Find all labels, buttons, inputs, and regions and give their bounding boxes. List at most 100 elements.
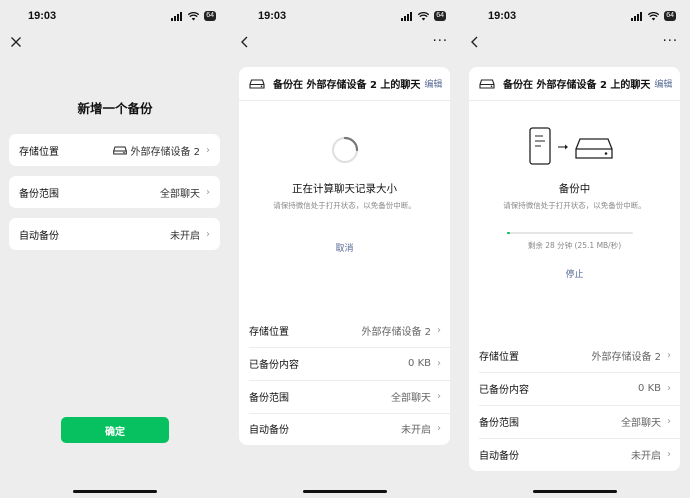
row-value: 全部聊天 [621,418,661,429]
stop-link[interactable]: 停止 [469,267,680,280]
home-indicator [533,490,617,493]
storage-location-row[interactable]: 存储位置 外部存储设备 2 › [239,314,450,347]
battery-icon: 64 [204,11,216,21]
nav-bar: ··· [460,34,690,56]
status-title: 备份中 [558,183,591,195]
progress-bar-fill [507,232,510,234]
more-icon[interactable]: ··· [663,34,678,49]
loading-spinner-icon [331,136,359,164]
edit-link[interactable]: 编辑 [424,77,442,90]
backup-scope-row[interactable]: 备份范围 全部聊天 › [469,405,680,438]
home-indicator [73,490,157,493]
row-label: 已备份内容 [479,385,529,396]
row-label: 存储位置 [249,327,289,338]
nav-bar [0,34,230,56]
status-time: 19:03 [258,10,287,22]
row-value-wrap: 外部存储设备 2 [113,143,200,158]
chevron-right-icon: › [667,350,671,361]
confirm-button[interactable]: 确定 [61,417,169,443]
edit-link[interactable]: 编辑 [654,77,672,90]
status-icons: 64 [631,11,676,21]
chevron-right-icon: › [206,228,210,240]
row-label: 备份范围 [249,393,289,404]
chevron-right-icon: › [667,416,671,427]
auto-backup-row[interactable]: 自动备份 未开启 › [9,218,220,250]
wifi-icon [648,11,660,20]
battery-icon: 64 [434,11,446,21]
disk-icon [113,146,128,154]
disk-icon [479,78,495,89]
back-icon[interactable] [470,36,480,48]
row-label: 存储位置 [479,352,519,363]
signal-icon [171,11,183,21]
chevron-right-icon: › [437,391,441,402]
row-value: 外部存储设备 2 [591,352,661,363]
card-header: 备份在 外部存储设备 2 上的聊天 编辑 [239,67,450,101]
status-time: 19:03 [28,10,57,22]
wifi-icon [418,11,430,20]
back-icon[interactable] [240,36,250,48]
chevron-right-icon: › [437,423,441,434]
stage: 19:03 64 新增一个备份 存储位置 外部存储设备 2 › 备份范围 全部聊… [0,0,690,498]
status-subtitle: 请保持微信处于打开状态，以免备份中断。 [503,201,646,210]
backed-up-content-row: 已备份内容 0 KB › [239,347,450,380]
auto-backup-row[interactable]: 自动备份 未开启 › [469,438,680,471]
status-icons: 64 [401,11,446,21]
row-value: 外部存储设备 2 [361,327,431,338]
row-label: 已备份内容 [249,360,299,371]
card-header-title: 备份在 外部存储设备 2 上的聊天 [503,80,651,91]
row-label: 存储位置 [19,146,59,158]
backup-scope-row[interactable]: 备份范围 全部聊天 › [9,176,220,208]
cancel-link[interactable]: 取消 [239,241,450,254]
status-bar: 19:03 64 [0,0,230,34]
backup-card: 备份在 外部存储设备 2 上的聊天 编辑 正在计算聊天记录大小 请保持微信处于打… [239,67,450,445]
card-header-title: 备份在 外部存储设备 2 上的聊天 [273,80,421,91]
status-time: 19:03 [488,10,517,22]
signal-icon [401,11,413,21]
signal-icon [631,11,643,21]
progress-bar-track [507,232,633,234]
row-label: 自动备份 [479,451,519,462]
storage-location-row[interactable]: 存储位置 外部存储设备 2 › [9,134,220,166]
row-value: 未开启 [631,451,661,462]
card-header: 备份在 外部存储设备 2 上的聊天 编辑 [469,67,680,101]
row-value: 全部聊天 [160,188,200,200]
disk-icon [249,78,265,89]
row-label: 备份范围 [19,188,59,200]
remaining-time-text: 剩余 28 分钟 (25.1 MB/秒) [527,241,622,250]
backed-up-content-row: 已备份内容 0 KB › [469,372,680,405]
phone-to-disk-transfer-icon [529,127,613,165]
chevron-right-icon: › [437,358,441,369]
status-bar: 19:03 64 [230,0,460,34]
status-bar: 19:03 64 [460,0,690,34]
chevron-right-icon: › [206,186,210,198]
more-icon[interactable]: ··· [433,34,448,49]
row-label: 自动备份 [19,230,59,242]
nav-bar: ··· [230,34,460,56]
phone-screen-new-backup: 19:03 64 新增一个备份 存储位置 外部存储设备 2 › 备份范围 全部聊… [0,0,230,498]
backup-scope-row[interactable]: 备份范围 全部聊天 › [239,380,450,413]
status-title: 正在计算聊天记录大小 [292,183,397,195]
status-subtitle: 请保持微信处于打开状态，以免备份中断。 [273,201,416,210]
phone-screen-calculating: 19:03 64 ··· 备份在 外部存储设备 2 上的聊天 编辑 正在计算聊天… [230,0,460,498]
row-value: 未开启 [170,230,200,242]
row-value: 0 KB [638,383,661,394]
storage-location-row[interactable]: 存储位置 外部存储设备 2 › [469,339,680,372]
chevron-right-icon: › [667,383,671,394]
row-label: 备份范围 [479,418,519,429]
status-icons: 64 [171,11,216,21]
battery-icon: 64 [664,11,676,21]
row-value: 全部聊天 [391,393,431,404]
home-indicator [303,490,387,493]
row-label: 自动备份 [249,425,289,436]
row-value: 未开启 [401,425,431,436]
auto-backup-row[interactable]: 自动备份 未开启 › [239,412,450,445]
backup-card: 备份在 外部存储设备 2 上的聊天 编辑 备份中 请保持微信处于打开状态，以免备… [469,67,680,471]
row-value: 0 KB [408,358,431,369]
close-icon[interactable] [10,36,22,48]
chevron-right-icon: › [437,325,441,336]
wifi-icon [188,11,200,20]
row-value: 外部存储设备 2 [130,146,200,158]
page-title: 新增一个备份 [77,101,153,116]
phone-screen-backing-up: 19:03 64 ··· 备份在 外部存储设备 2 上的聊天 编辑 备份中 请保… [460,0,690,498]
